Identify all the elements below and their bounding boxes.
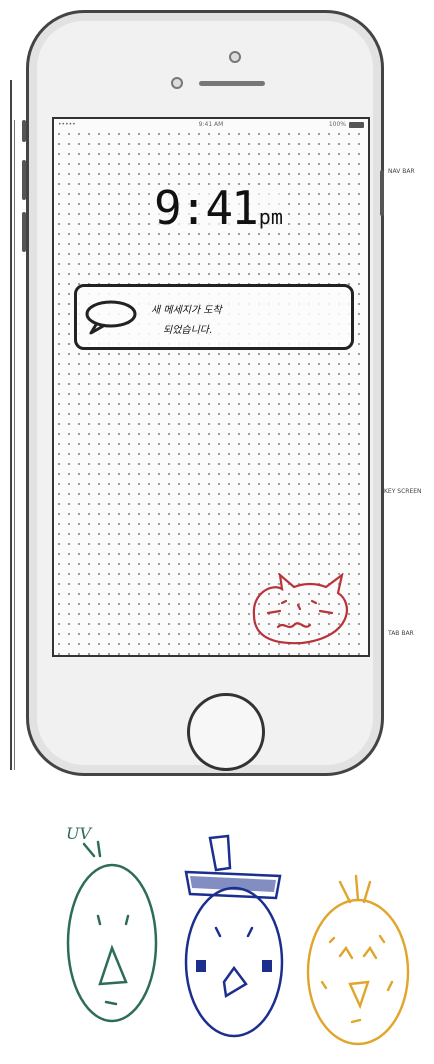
- cat-face-icon[interactable]: [242, 573, 358, 649]
- battery-icon: [349, 122, 364, 128]
- lock-screen-clock: 9:41 pm: [154, 185, 283, 231]
- paper-edge-line: [14, 120, 15, 770]
- green-face-sketch: [66, 840, 158, 1023]
- status-time: 9:41 AM: [198, 121, 224, 128]
- sensor-icon: [171, 77, 183, 89]
- message-notification[interactable]: 새 메세지가 도착 되었습니다.: [74, 284, 354, 350]
- clock-time: 9:41: [154, 181, 259, 235]
- mute-switch[interactable]: [22, 120, 26, 142]
- paper-edge-line: [10, 80, 12, 770]
- annotation-key-screen: KEY SCREEN: [384, 488, 422, 495]
- power-button[interactable]: [380, 170, 384, 216]
- annotation-tab-bar: TAB BAR: [388, 630, 414, 637]
- home-button[interactable]: [187, 693, 265, 771]
- clock-period: pm: [258, 205, 283, 229]
- camera-icon: [229, 51, 241, 63]
- speaker-grille: [199, 81, 265, 86]
- notification-body: 되었습니다.: [163, 325, 213, 336]
- orange-face-sketch: [306, 874, 410, 1046]
- volume-down-button[interactable]: [22, 212, 26, 252]
- speech-bubble-icon: [85, 300, 137, 335]
- annotation-nav-bar: NAV BAR: [388, 168, 415, 175]
- status-bar: ••••• 9:41 AM 100%: [54, 119, 368, 131]
- notification-title: 새 메세지가 도착: [151, 305, 222, 316]
- battery-percent: 100%: [328, 121, 346, 128]
- volume-up-button[interactable]: [22, 160, 26, 200]
- blue-face-sketch: [184, 834, 284, 1038]
- lock-screen[interactable]: ••••• 9:41 AM 100% 9:41 pm 새 메세지가 도착 되었습니…: [52, 117, 370, 657]
